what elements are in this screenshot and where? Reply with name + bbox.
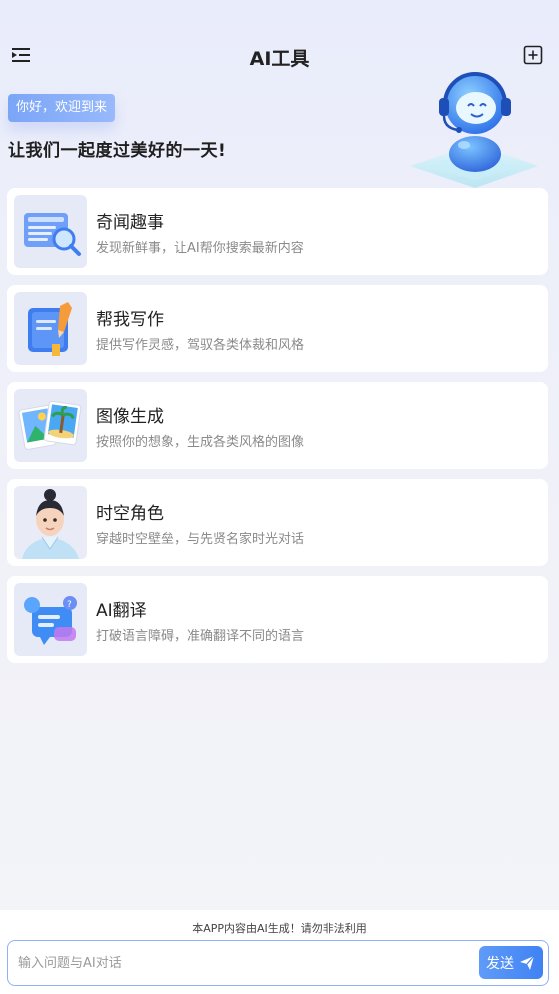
- tool-card-translate[interactable]: ? AI翻译 打破语言障碍，准确翻译不同的语言: [7, 576, 548, 663]
- tool-description: 发现新鲜事，让AI帮你搜索最新内容: [96, 241, 304, 256]
- search-document-icon: [14, 195, 87, 268]
- robot-mascot-icon: [402, 62, 548, 190]
- character-avatar: [14, 486, 87, 559]
- ai-content-notice: 本APP内容由AI生成！请勿非法利用: [192, 922, 367, 935]
- tool-name: 奇闻趣事: [96, 213, 164, 233]
- tool-card-image[interactable]: 图像生成 按照你的想象，生成各类风格的图像: [7, 382, 548, 469]
- chat-input-box: 发送: [7, 940, 549, 986]
- send-label: 发送: [486, 955, 514, 972]
- tool-card-news[interactable]: 奇闻趣事 发现新鲜事，让AI帮你搜索最新内容: [7, 188, 548, 275]
- tool-name: 图像生成: [96, 407, 164, 427]
- tool-name: 时空角色: [96, 504, 164, 524]
- send-icon: [520, 955, 535, 970]
- greeting-badge: 你好，欢迎到来: [8, 94, 116, 122]
- send-button[interactable]: 发送: [479, 946, 543, 979]
- greeting-title: 让我们一起度过美好的一天!: [8, 141, 227, 161]
- tool-name: AI翻译: [96, 601, 147, 621]
- picture-icon: [14, 389, 87, 462]
- tool-list: 奇闻趣事 发现新鲜事，让AI帮你搜索最新内容 帮我写作 提供写作灵感，驾驭各类体…: [7, 188, 548, 673]
- book-pencil-icon: [14, 292, 87, 365]
- tool-description: 穿越时空壁垒，与先贤名家时光对话: [96, 532, 305, 547]
- tool-card-writing[interactable]: 帮我写作 提供写作灵感，驾驭各类体裁和风格: [7, 285, 548, 372]
- svg-text:?: ?: [67, 600, 72, 610]
- tool-description: 提供写作灵感，驾驭各类体裁和风格: [96, 338, 305, 353]
- chat-translate-icon: ?: [14, 583, 87, 656]
- bottom-panel: 本APP内容由AI生成！请勿非法利用 发送: [0, 910, 559, 994]
- tool-name: 帮我写作: [96, 310, 164, 330]
- tool-description: 按照你的想象，生成各类风格的图像: [96, 435, 305, 450]
- tool-description: 打破语言障碍，准确翻译不同的语言: [96, 629, 305, 644]
- chat-input[interactable]: [18, 951, 458, 975]
- tool-card-character[interactable]: 时空角色 穿越时空壁垒，与先贤名家时光对话: [7, 479, 548, 566]
